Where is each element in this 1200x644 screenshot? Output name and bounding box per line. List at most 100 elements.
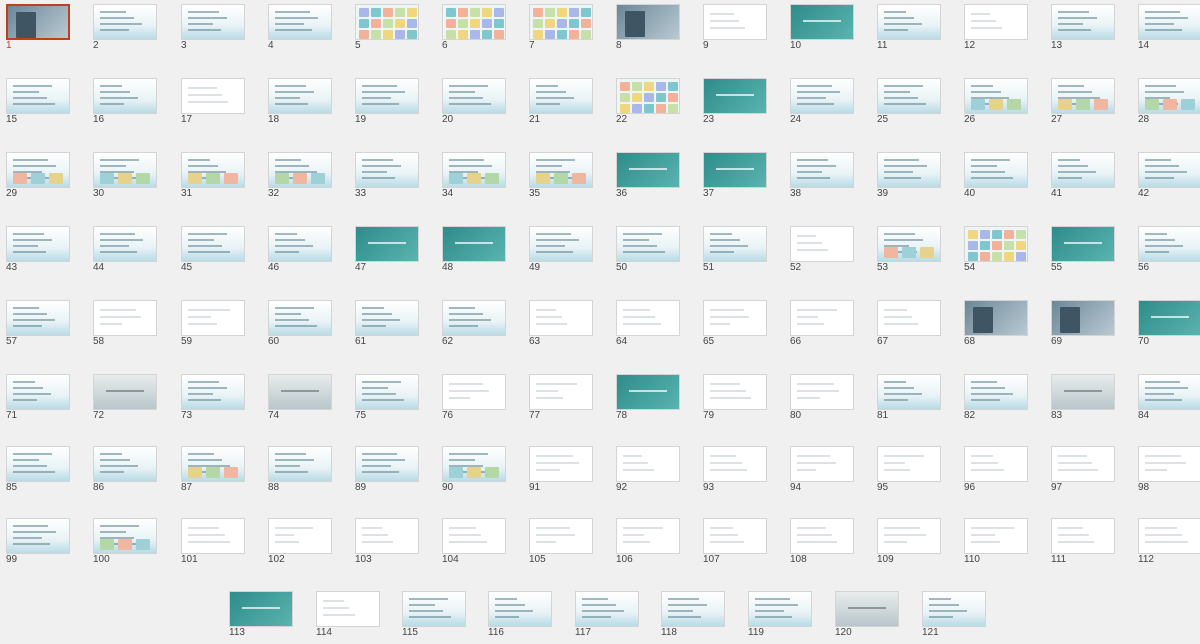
slide-thumbnail-112[interactable]: 112: [1138, 518, 1200, 565]
slide-thumbnail-119[interactable]: 119: [748, 591, 812, 638]
slide-preview[interactable]: [790, 226, 854, 262]
slide-preview[interactable]: [703, 374, 767, 410]
slide-thumbnail-17[interactable]: 17: [181, 78, 245, 125]
slide-preview[interactable]: [877, 78, 941, 114]
slide-preview[interactable]: [1051, 518, 1115, 554]
slide-thumbnail-12[interactable]: 12: [964, 4, 1028, 51]
slide-thumbnail-88[interactable]: 88: [268, 446, 332, 493]
slide-preview[interactable]: [181, 446, 245, 482]
slide-preview[interactable]: [442, 226, 506, 262]
slide-thumbnail-120[interactable]: 120: [835, 591, 899, 638]
slide-thumbnail-110[interactable]: 110: [964, 518, 1028, 565]
slide-thumbnail-57[interactable]: 57: [6, 300, 70, 347]
slide-thumbnail-61[interactable]: 61: [355, 300, 419, 347]
slide-thumbnail-40[interactable]: 40: [964, 152, 1028, 199]
slide-thumbnail-81[interactable]: 81: [877, 374, 941, 421]
slide-preview[interactable]: [6, 152, 70, 188]
slide-thumbnail-6[interactable]: 6: [442, 4, 506, 51]
slide-thumbnail-87[interactable]: 87: [181, 446, 245, 493]
slide-thumbnail-2[interactable]: 2: [93, 4, 157, 51]
slide-thumbnail-67[interactable]: 67: [877, 300, 941, 347]
slide-thumbnail-50[interactable]: 50: [616, 226, 680, 273]
slide-thumbnail-32[interactable]: 32: [268, 152, 332, 199]
slide-thumbnail-56[interactable]: 56: [1138, 226, 1200, 273]
slide-preview[interactable]: [964, 226, 1028, 262]
slide-preview[interactable]: [442, 446, 506, 482]
slide-preview[interactable]: [1138, 300, 1200, 336]
slide-preview[interactable]: [6, 518, 70, 554]
slide-thumbnail-97[interactable]: 97: [1051, 446, 1115, 493]
slide-thumbnail-33[interactable]: 33: [355, 152, 419, 199]
slide-preview[interactable]: [1051, 300, 1115, 336]
slide-preview[interactable]: [268, 78, 332, 114]
slide-preview[interactable]: [790, 300, 854, 336]
slide-preview[interactable]: [93, 374, 157, 410]
slide-preview[interactable]: [877, 446, 941, 482]
slide-preview[interactable]: [181, 226, 245, 262]
slide-thumbnail-95[interactable]: 95: [877, 446, 941, 493]
slide-thumbnail-16[interactable]: 16: [93, 78, 157, 125]
slide-preview[interactable]: [93, 300, 157, 336]
slide-thumbnail-92[interactable]: 92: [616, 446, 680, 493]
slide-preview[interactable]: [529, 78, 593, 114]
slide-preview[interactable]: [268, 300, 332, 336]
slide-preview[interactable]: [181, 374, 245, 410]
slide-preview[interactable]: [616, 446, 680, 482]
slide-thumbnail-24[interactable]: 24: [790, 78, 854, 125]
slide-thumbnail-47[interactable]: 47: [355, 226, 419, 273]
slide-preview[interactable]: [6, 78, 70, 114]
slide-thumbnail-113[interactable]: 113: [229, 591, 293, 638]
slide-preview[interactable]: [6, 446, 70, 482]
slide-preview[interactable]: [964, 374, 1028, 410]
slide-thumbnail-85[interactable]: 85: [6, 446, 70, 493]
slide-preview[interactable]: [790, 446, 854, 482]
slide-thumbnail-45[interactable]: 45: [181, 226, 245, 273]
slide-preview[interactable]: [93, 78, 157, 114]
slide-thumbnail-117[interactable]: 117: [575, 591, 639, 638]
slide-preview[interactable]: [703, 518, 767, 554]
slide-preview[interactable]: [181, 4, 245, 40]
slide-thumbnail-48[interactable]: 48: [442, 226, 506, 273]
slide-thumbnail-19[interactable]: 19: [355, 78, 419, 125]
slide-thumbnail-20[interactable]: 20: [442, 78, 506, 125]
slide-thumbnail-100[interactable]: 100: [93, 518, 157, 565]
slide-preview[interactable]: [1138, 374, 1200, 410]
slide-thumbnail-38[interactable]: 38: [790, 152, 854, 199]
slide-thumbnail-34[interactable]: 34: [442, 152, 506, 199]
slide-preview[interactable]: [1051, 152, 1115, 188]
slide-preview[interactable]: [877, 374, 941, 410]
slide-thumbnail-13[interactable]: 13: [1051, 4, 1115, 51]
slide-thumbnail-104[interactable]: 104: [442, 518, 506, 565]
slide-preview[interactable]: [316, 591, 380, 627]
slide-preview[interactable]: [442, 152, 506, 188]
slide-thumbnail-98[interactable]: 98: [1138, 446, 1200, 493]
slide-thumbnail-111[interactable]: 111: [1051, 518, 1115, 565]
slide-preview[interactable]: [790, 518, 854, 554]
slide-thumbnail-93[interactable]: 93: [703, 446, 767, 493]
slide-thumbnail-73[interactable]: 73: [181, 374, 245, 421]
slide-preview[interactable]: [703, 446, 767, 482]
slide-thumbnail-69[interactable]: 69: [1051, 300, 1115, 347]
slide-thumbnail-101[interactable]: 101: [181, 518, 245, 565]
slide-preview[interactable]: [488, 591, 552, 627]
slide-thumbnail-22[interactable]: 22: [616, 78, 680, 125]
slide-preview[interactable]: [355, 4, 419, 40]
slide-thumbnail-31[interactable]: 31: [181, 152, 245, 199]
slide-preview[interactable]: [355, 226, 419, 262]
slide-preview[interactable]: [1138, 518, 1200, 554]
slide-thumbnail-41[interactable]: 41: [1051, 152, 1115, 199]
slide-preview[interactable]: [268, 446, 332, 482]
slide-thumbnail-21[interactable]: 21: [529, 78, 593, 125]
slide-preview[interactable]: [964, 152, 1028, 188]
slide-preview[interactable]: [964, 300, 1028, 336]
slide-preview[interactable]: [268, 226, 332, 262]
slide-thumbnail-68[interactable]: 68: [964, 300, 1028, 347]
slide-preview[interactable]: [964, 518, 1028, 554]
slide-thumbnail-75[interactable]: 75: [355, 374, 419, 421]
slide-preview[interactable]: [877, 300, 941, 336]
slide-preview[interactable]: [442, 300, 506, 336]
slide-preview[interactable]: [1051, 226, 1115, 262]
slide-thumbnail-77[interactable]: 77: [529, 374, 593, 421]
slide-thumbnail-42[interactable]: 42: [1138, 152, 1200, 199]
slide-preview[interactable]: [355, 78, 419, 114]
